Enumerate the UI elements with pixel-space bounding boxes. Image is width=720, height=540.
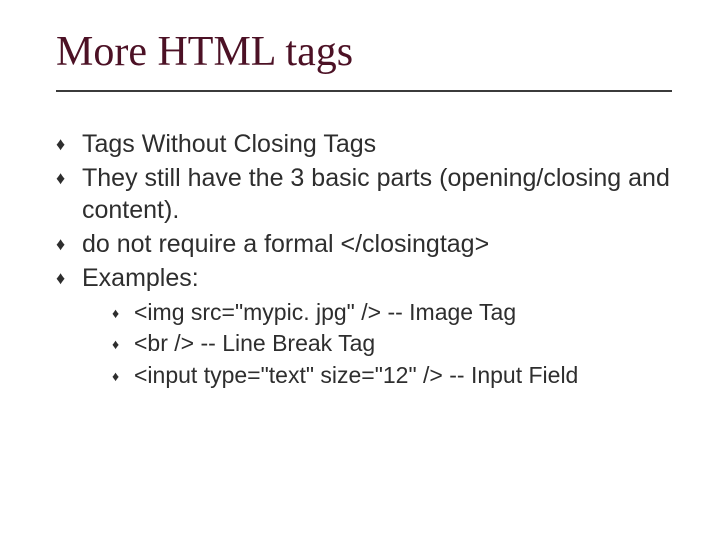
sub-bullet-text: <input type="text" size="12" /> -- Input…: [134, 362, 578, 388]
bullet-item: They still have the 3 basic parts (openi…: [56, 162, 672, 226]
bullet-list: Tags Without Closing Tags They still hav…: [56, 128, 672, 390]
sub-bullet-item: <img src="mypic. jpg" /> -- Image Tag: [112, 298, 672, 327]
bullet-text: Tags Without Closing Tags: [82, 130, 376, 158]
sub-bullet-item: <input type="text" size="12" /> -- Input…: [112, 361, 672, 390]
bullet-item: Tags Without Closing Tags: [56, 128, 672, 160]
bullet-text: They still have the 3 basic parts (openi…: [82, 164, 670, 224]
sub-bullet-list: <img src="mypic. jpg" /> -- Image Tag <b…: [82, 298, 672, 390]
sub-bullet-item: <br /> -- Line Break Tag: [112, 329, 672, 358]
title-block: More HTML tags: [56, 28, 672, 92]
bullet-item: Examples: <img src="mypic. jpg" /> -- Im…: [56, 262, 672, 390]
bullet-text: do not require a formal </closingtag>: [82, 230, 489, 258]
bullet-text: Examples:: [82, 264, 199, 292]
sub-bullet-text: <img src="mypic. jpg" /> -- Image Tag: [134, 299, 516, 325]
sub-bullet-text: <br /> -- Line Break Tag: [134, 330, 375, 356]
slide-title: More HTML tags: [56, 28, 672, 76]
slide: More HTML tags Tags Without Closing Tags…: [0, 0, 720, 540]
bullet-item: do not require a formal </closingtag>: [56, 228, 672, 260]
